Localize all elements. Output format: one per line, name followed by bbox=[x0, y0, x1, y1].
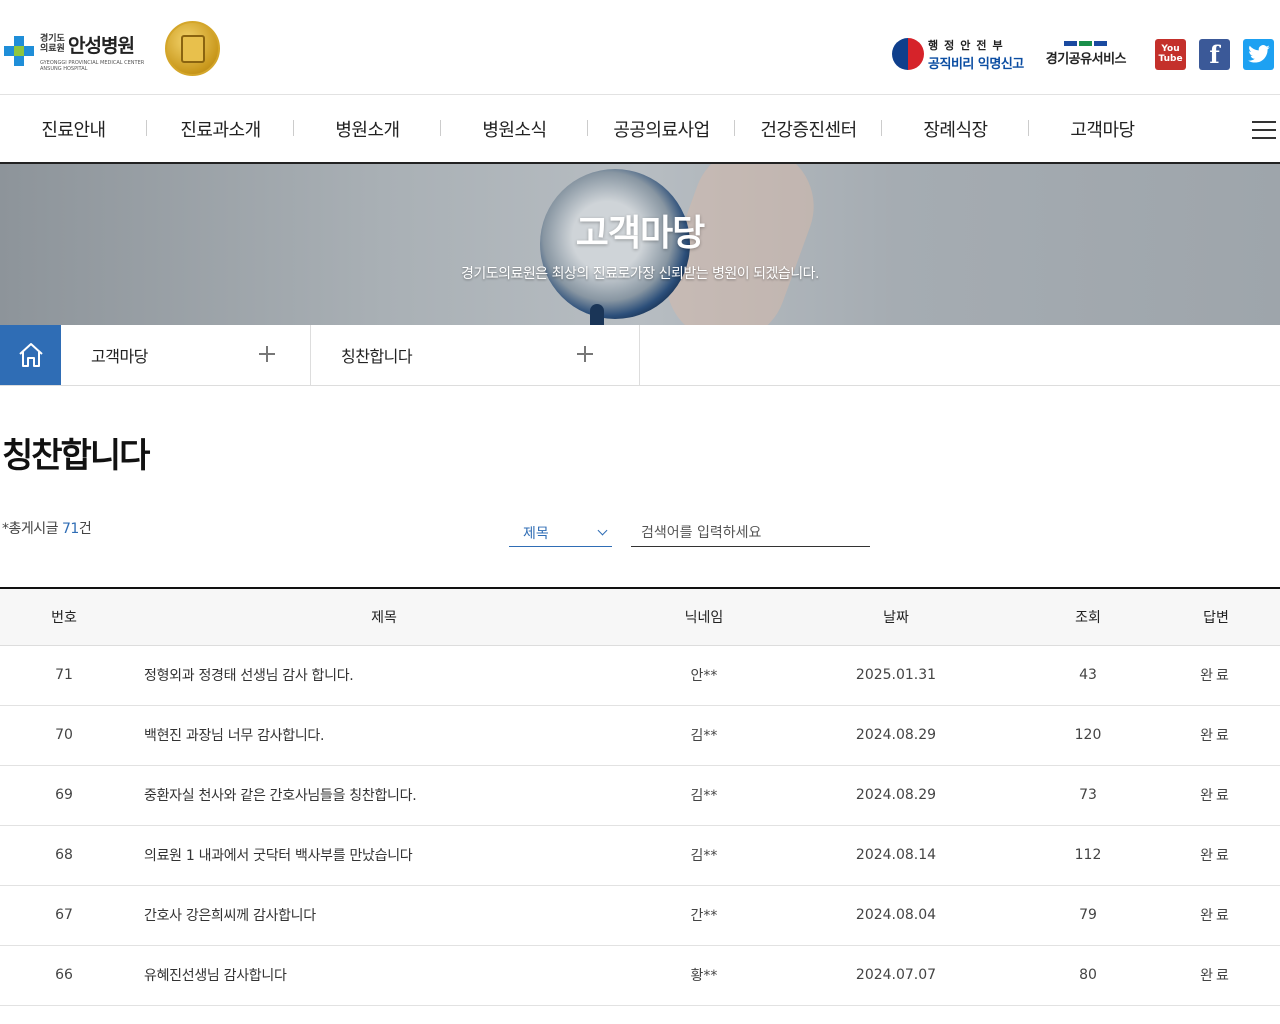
header-nickname: 닉네임 bbox=[640, 588, 768, 646]
row-date: 2024.08.14 bbox=[768, 825, 1024, 886]
row-number: 67 bbox=[0, 885, 128, 946]
row-number: 71 bbox=[0, 645, 128, 706]
row-number: 69 bbox=[0, 765, 128, 826]
header-answer: 답변 bbox=[1152, 588, 1280, 646]
anonymous-report-link[interactable]: 행정안전부 공직비리 익명신고 bbox=[892, 37, 1024, 72]
nav-item-funeral[interactable]: 장례식장 bbox=[882, 116, 1029, 142]
table-header-row: 번호 제목 닉네임 날짜 조회 답변 bbox=[0, 588, 1280, 646]
gov-ministry-label: 행정안전부 bbox=[928, 38, 1009, 52]
row-subject-link[interactable]: 간호사 강은희씨께 감사합니다 bbox=[128, 885, 640, 946]
row-subject-link[interactable]: 중환자실 천사와 같은 간호사님들을 칭찬합니다. bbox=[128, 765, 640, 826]
row-nickname: 김** bbox=[640, 825, 768, 886]
nav-item-health-center[interactable]: 건강증진센터 bbox=[735, 116, 882, 142]
row-answer-status: 완료 bbox=[1152, 945, 1280, 1006]
row-number: 68 bbox=[0, 825, 128, 886]
search-field-value: 제목 bbox=[523, 526, 549, 542]
row-views: 80 bbox=[1024, 945, 1152, 1006]
facebook-label: f bbox=[1209, 39, 1220, 69]
row-views: 43 bbox=[1024, 645, 1152, 706]
total-count-value: 71 bbox=[61, 521, 79, 537]
banner-title: 고객마당 bbox=[575, 213, 705, 254]
row-nickname: 안** bbox=[640, 645, 768, 706]
youtube-icon[interactable]: You Tube bbox=[1155, 38, 1186, 70]
row-answer-status: 완료 bbox=[1152, 705, 1280, 766]
nav-item-about[interactable]: 병원소개 bbox=[294, 116, 441, 142]
row-nickname: 간** bbox=[640, 885, 768, 946]
location-depth2-dropdown[interactable]: 칭찬합니다 bbox=[311, 325, 640, 385]
row-nickname: 김** bbox=[640, 705, 768, 766]
taegeuk-emblem-icon bbox=[892, 38, 925, 70]
location-bar: 고객마당 칭찬합니다 bbox=[0, 325, 1280, 386]
row-number: 66 bbox=[0, 945, 128, 1006]
location-depth1-dropdown[interactable]: 고객마당 bbox=[61, 325, 311, 385]
location-depth1-label: 고객마당 bbox=[91, 347, 148, 366]
header-subject: 제목 bbox=[128, 588, 640, 646]
certification-badge-icon bbox=[165, 21, 220, 76]
site-header: 경기도 의료원 안성병원 GYEONGGI PROVINCIAL MEDICAL… bbox=[0, 0, 1280, 95]
gov-report-label: 공직비리 익명신고 bbox=[928, 56, 1024, 72]
row-answer-status: 완료 bbox=[1152, 885, 1280, 946]
gyeonggi-share-service-link[interactable]: 경기공유서비스 bbox=[1045, 41, 1127, 67]
total-post-count: *총게시글 71건 bbox=[2, 518, 92, 538]
table-row[interactable]: 69 중환자실 천사와 같은 간호사님들을 칭찬합니다. 김** 2024.08… bbox=[0, 765, 1280, 826]
row-subject-link[interactable]: 정형외과 정경태 선생님 감사 합니다. bbox=[128, 645, 640, 706]
search-input[interactable] bbox=[631, 519, 870, 547]
row-views: 79 bbox=[1024, 885, 1152, 946]
search-field-select[interactable]: 제목 bbox=[509, 519, 612, 547]
banner-subtitle: 경기도의료원은 최상의 진료로가장 신뢰받는 병원이 되겠습니다. bbox=[461, 266, 819, 282]
twitter-icon[interactable] bbox=[1243, 38, 1274, 70]
row-date: 2024.08.29 bbox=[768, 705, 1024, 766]
nav-item-public-health[interactable]: 공공의료사업 bbox=[588, 116, 735, 142]
praise-board-table: 번호 제목 닉네임 날짜 조회 답변 71 정형외과 정경태 선생님 감사 합니… bbox=[0, 587, 1280, 1006]
cross-logo-icon bbox=[4, 36, 34, 66]
row-nickname: 황** bbox=[640, 945, 768, 1006]
table-row[interactable]: 70 백현진 과장님 너무 감사합니다. 김** 2024.08.29 120 … bbox=[0, 705, 1280, 766]
row-number: 70 bbox=[0, 705, 128, 766]
row-subject-link[interactable]: 백현진 과장님 너무 감사합니다. bbox=[128, 705, 640, 766]
row-date: 2025.01.31 bbox=[768, 645, 1024, 706]
header-views: 조회 bbox=[1024, 588, 1152, 646]
row-nickname: 김** bbox=[640, 765, 768, 826]
row-views: 120 bbox=[1024, 705, 1152, 766]
row-date: 2024.07.07 bbox=[768, 945, 1024, 1006]
row-views: 112 bbox=[1024, 825, 1152, 886]
row-subject-link[interactable]: 유혜진선생님 감사합니다 bbox=[128, 945, 640, 1006]
nav-item-customer[interactable]: 고객마당 bbox=[1029, 116, 1176, 142]
row-answer-status: 완료 bbox=[1152, 645, 1280, 706]
hospital-logo[interactable]: 경기도 의료원 안성병원 GYEONGGI PROVINCIAL MEDICAL… bbox=[4, 30, 150, 72]
page-title: 칭찬합니다 bbox=[2, 436, 150, 476]
header-date: 날짜 bbox=[768, 588, 1024, 646]
row-subject-link[interactable]: 의료원 1 내과에서 굿닥터 백사부를 만났습니다 bbox=[128, 825, 640, 886]
nav-item-news[interactable]: 병원소식 bbox=[441, 116, 588, 142]
row-answer-status: 완료 bbox=[1152, 765, 1280, 826]
share-service-label: 경기공유서비스 bbox=[1045, 52, 1127, 67]
plus-icon bbox=[259, 346, 275, 362]
plus-icon bbox=[577, 346, 593, 362]
facebook-icon[interactable]: f bbox=[1199, 38, 1230, 70]
hamburger-menu-icon[interactable] bbox=[1252, 121, 1276, 139]
row-date: 2024.08.29 bbox=[768, 765, 1024, 826]
table-row[interactable]: 68 의료원 1 내과에서 굿닥터 백사부를 만났습니다 김** 2024.08… bbox=[0, 825, 1280, 886]
main-navigation: 진료안내 진료과소개 병원소개 병원소식 공공의료사업 건강증진센터 장례식장 … bbox=[0, 95, 1280, 164]
logo-hospital-name: 안성병원 bbox=[68, 34, 135, 57]
total-prefix: *총게시글 bbox=[2, 521, 62, 537]
row-date: 2024.08.04 bbox=[768, 885, 1024, 946]
location-depth2-label: 칭찬합니다 bbox=[341, 347, 413, 366]
table-row[interactable]: 66 유혜진선생님 감사합니다 황** 2024.07.07 80 완료 bbox=[0, 945, 1280, 1006]
nav-item-care-guide[interactable]: 진료안내 bbox=[0, 116, 147, 142]
logo-english-name: GYEONGGI PROVINCIAL MEDICAL CENTER ANSUN… bbox=[40, 59, 145, 72]
table-row[interactable]: 67 간호사 강은희씨께 감사합니다 간** 2024.08.04 79 완료 bbox=[0, 885, 1280, 946]
total-suffix: 건 bbox=[78, 521, 92, 537]
logo-org-name: 경기도 의료원 bbox=[40, 34, 65, 54]
row-views: 73 bbox=[1024, 765, 1152, 826]
header-number: 번호 bbox=[0, 588, 128, 646]
row-answer-status: 완료 bbox=[1152, 825, 1280, 886]
nav-item-departments[interactable]: 진료과소개 bbox=[147, 116, 294, 142]
table-row[interactable]: 71 정형외과 정경태 선생님 감사 합니다. 안** 2025.01.31 4… bbox=[0, 645, 1280, 706]
chevron-down-icon bbox=[597, 525, 608, 536]
youtube-label: You Tube bbox=[1158, 44, 1183, 64]
share-service-logo-icon bbox=[1064, 41, 1108, 46]
home-icon[interactable] bbox=[0, 325, 61, 385]
